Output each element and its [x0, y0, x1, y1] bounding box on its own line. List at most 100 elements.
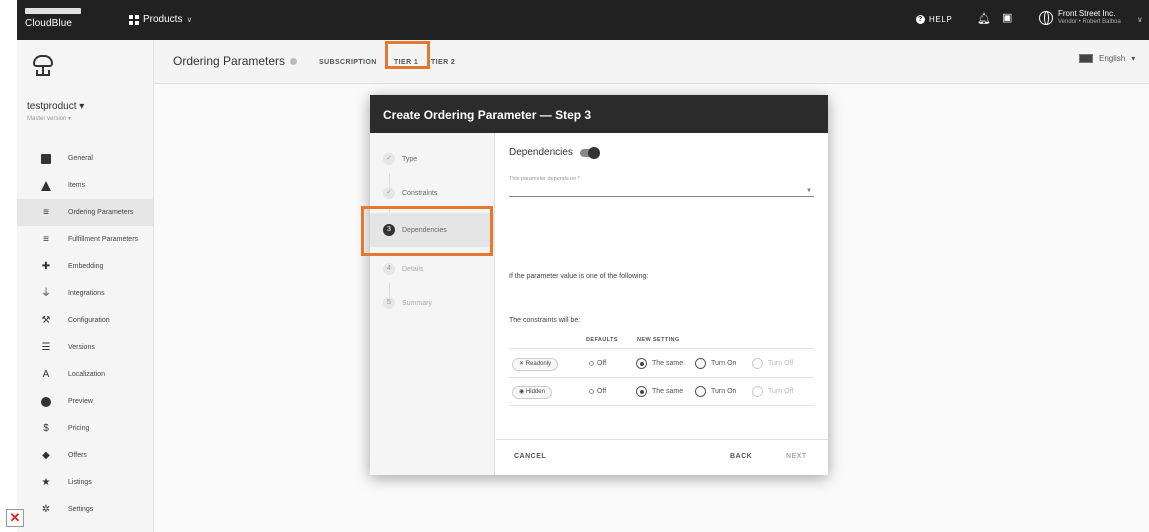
back-button[interactable]: BACK [730, 453, 752, 460]
bell-icon[interactable]: 🔔︎ [977, 12, 991, 25]
content-header: Ordering Parameters SUBSCRIPTION TIER 1 … [154, 40, 1149, 84]
puzzle-icon: ✚ [41, 260, 51, 272]
cloudblue-logo[interactable]: CloudBlue [25, 8, 99, 34]
default-dot-icon [589, 388, 594, 394]
account-role: Vendor • Robert Balboa [1058, 19, 1121, 25]
depends-on-select[interactable] [509, 183, 814, 196]
sidebar-item-integrations[interactable]: ⏚ Integrations [17, 280, 153, 307]
cancel-button[interactable]: CANCEL [514, 453, 546, 460]
constraints-text: The constraints will be: [509, 317, 581, 324]
tier-1-highlight [385, 41, 430, 69]
sidebar-item-configuration[interactable]: ⚒ Configuration [17, 307, 153, 334]
wrench-icon: ⚒ [41, 314, 51, 326]
depends-on-label: This parameter depends on * [509, 176, 580, 182]
language-selector[interactable]: English ▾ [1079, 54, 1135, 63]
dependencies-toggle[interactable] [579, 146, 600, 159]
account-name: Front Street Inc. [1058, 9, 1116, 18]
step-type[interactable]: ✓ Type [370, 145, 495, 173]
help-label: HELP [929, 15, 953, 24]
col-new-setting: NEW SETTING [637, 337, 680, 343]
hidden-chip: ◉ Hidden [512, 386, 552, 399]
help-icon: ? [916, 15, 925, 24]
chevron-down-icon: ▾ [1131, 54, 1136, 63]
sidebar-item-ordering-parameters[interactable]: ≡ Ordering Parameters [17, 199, 153, 226]
gear-icon: ✲ [41, 503, 51, 515]
radio-turn-on[interactable]: Turn On [695, 386, 736, 397]
radio-selected-icon [636, 386, 647, 397]
sidebar-item-preview[interactable]: Preview [17, 388, 153, 415]
default-value: Off [589, 360, 606, 367]
products-menu[interactable]: Products ∨ [129, 14, 192, 25]
sidebar-item-settings[interactable]: ✲ Settings [17, 496, 153, 523]
info-icon[interactable] [290, 58, 298, 66]
constraints-table-header: DEFAULTS NEW SETTING [509, 330, 814, 349]
broken-image-icon: ✕ [6, 509, 24, 527]
next-button[interactable]: NEXT [786, 453, 807, 460]
sidebar-item-offers[interactable]: ◆ Offers [17, 442, 153, 469]
top-bar: CloudBlue Products ∨ ? HELP 🔔︎ ▣ Front S… [17, 0, 1149, 40]
radio-the-same[interactable]: The same [636, 386, 683, 397]
sidebar-item-general[interactable]: General [17, 145, 153, 172]
default-value: Off [589, 388, 606, 395]
step-details[interactable]: 4 Details [370, 255, 495, 283]
version-selector[interactable]: Master version ▾ [27, 115, 71, 122]
sidebar-item-localization[interactable]: A Localization [17, 361, 153, 388]
step-summary[interactable]: 5 Summary [370, 289, 495, 317]
tag-icon: ◆ [42, 449, 50, 461]
dialog-title: Create Ordering Parameter — Step 3 [370, 95, 828, 133]
readonly-chip: ✕ Readonly [512, 358, 559, 371]
col-defaults: DEFAULTS [586, 337, 618, 343]
sidebar-item-items[interactable]: Items [17, 172, 153, 199]
products-label: Products [143, 14, 183, 25]
notifications-icon[interactable]: ▣ [1002, 11, 1012, 24]
dollar-icon: $ [43, 422, 49, 434]
radio-icon [695, 358, 706, 369]
plug-icon: ⏚ [41, 287, 51, 299]
radio-turn-off: Turn Off [752, 386, 793, 397]
flag-icon [1079, 54, 1093, 63]
dependencies-step-highlight [361, 206, 493, 256]
tab-subscription[interactable]: SUBSCRIPTION [319, 59, 377, 66]
logo-bar [25, 8, 81, 14]
logo-text: CloudBlue [25, 18, 73, 29]
radio-disabled-icon [752, 358, 763, 369]
toggle-knob [587, 146, 600, 159]
sidebar-item-listings[interactable]: ★ Listings [17, 469, 153, 496]
radio-turn-off: Turn Off [752, 358, 793, 369]
if-value-text: If the parameter value is one of the fol… [509, 273, 649, 280]
star-icon: ★ [41, 476, 51, 488]
parameters-icon: ≡ [43, 206, 49, 218]
table-row: ✕ Readonly Off The same Turn On Turn Off [509, 351, 814, 378]
dialog-footer: CANCEL BACK NEXT [496, 439, 828, 475]
dependencies-header: Dependencies [509, 146, 600, 159]
tab-tier-2[interactable]: TIER 2 [431, 59, 455, 66]
sidebar-item-embedding[interactable]: ✚ Embedding [17, 253, 153, 280]
globe-icon[interactable] [1039, 11, 1053, 25]
step-number-icon: 4 [383, 263, 395, 275]
list-icon: ☰ [41, 341, 51, 353]
product-logo-icon [31, 52, 57, 78]
account-menu[interactable]: Front Street Inc. Vendor • Robert Balboa [1058, 9, 1121, 25]
sidebar-item-pricing[interactable]: $ Pricing [17, 415, 153, 442]
dropdown-arrow-icon[interactable]: ▼ [806, 188, 812, 194]
sidebar-item-fulfillment-parameters[interactable]: ≡ Fulfillment Parameters [17, 226, 153, 253]
translate-icon: A [42, 368, 50, 380]
account-chevron-icon[interactable]: ∨ [1137, 15, 1143, 24]
dialog-body: Dependencies This parameter depends on *… [496, 133, 828, 475]
sidebar: testproduct ▾ Master version ▾ General I… [17, 40, 154, 532]
radio-the-same[interactable]: The same [636, 358, 683, 369]
product-selector[interactable]: testproduct ▾ [27, 101, 84, 112]
preview-icon [40, 396, 52, 408]
radio-turn-on[interactable]: Turn On [695, 358, 736, 369]
step-constraints[interactable]: ✓ Constraints [370, 179, 495, 207]
items-icon [40, 180, 52, 192]
radio-icon [695, 386, 706, 397]
sidebar-item-versions[interactable]: ☰ Versions [17, 334, 153, 361]
document-icon [40, 153, 52, 165]
help-button[interactable]: ? HELP [916, 15, 952, 24]
sidebar-nav: General Items ≡ Ordering Parameters ≡ Fulf… [17, 145, 153, 523]
check-icon: ✓ [383, 153, 395, 165]
table-row: ◉ Hidden Off The same Turn On Turn Off [509, 379, 814, 406]
radio-disabled-icon [752, 386, 763, 397]
step-number-icon: 5 [383, 297, 395, 309]
